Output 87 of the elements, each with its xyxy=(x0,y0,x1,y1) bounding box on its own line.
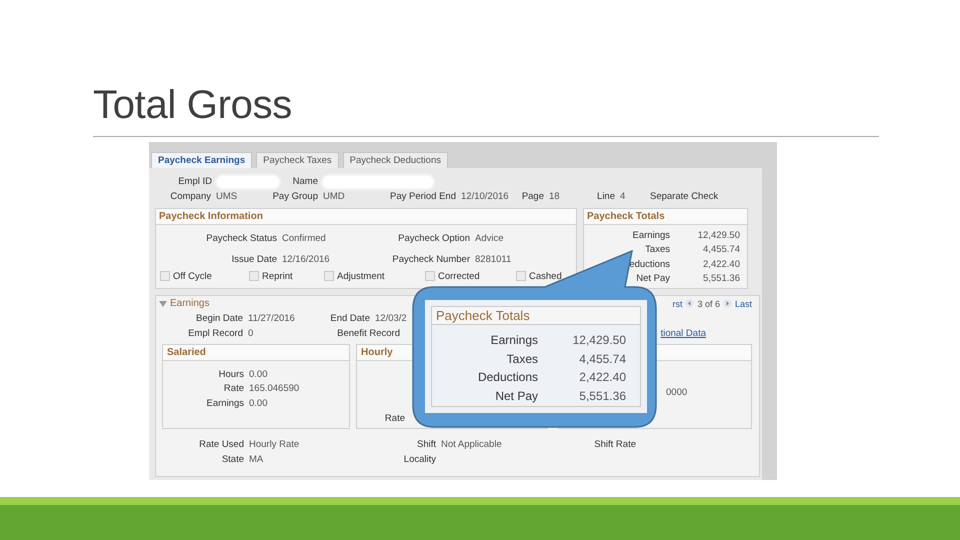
field-value: 4 xyxy=(620,191,626,202)
total-value: 4,455.74 xyxy=(702,244,740,256)
field-value: 0.00 xyxy=(249,398,268,409)
field-value: UMD xyxy=(323,191,346,202)
field-value: 0 xyxy=(248,328,254,339)
collapse-icon[interactable] xyxy=(159,300,167,306)
field-label: Paycheck Option xyxy=(397,232,470,244)
field-value: 0.00 xyxy=(249,368,268,380)
box-title: Hourly xyxy=(361,347,393,358)
total-value: 5,551.36 xyxy=(702,273,740,284)
total-label: Earnings xyxy=(632,230,670,241)
field-label: Rate Used xyxy=(198,439,244,450)
total-value: 12,429.50 xyxy=(696,230,740,241)
section-title: Earnings xyxy=(170,298,210,309)
field-label: Paycheck Status xyxy=(205,232,277,244)
checkbox-label: Cashed xyxy=(529,270,562,282)
checkbox-label: Reprint xyxy=(262,270,293,282)
field-label: Issue Date xyxy=(230,254,277,264)
field-label: Page xyxy=(521,191,544,202)
checkbox-label: Off Cycle xyxy=(173,270,212,282)
field-label: Empl ID xyxy=(177,176,212,187)
first-link[interactable]: rst xyxy=(672,298,682,308)
field-label: End Date xyxy=(329,313,370,324)
total-label: Taxes xyxy=(644,244,670,256)
field-value: Not Applicable xyxy=(441,439,503,450)
field-value: 12/10/2016 xyxy=(461,191,510,202)
field-value: MA xyxy=(249,454,264,465)
field-label: Shift xyxy=(416,439,436,450)
field-label: Locality xyxy=(402,454,436,465)
field-label: Rate xyxy=(222,383,244,394)
page-position: 3 of 6 xyxy=(697,298,720,308)
previous-icon[interactable] xyxy=(685,299,694,308)
checkbox[interactable] xyxy=(425,271,435,281)
field-label: Rate xyxy=(384,412,405,424)
panel-title: Paycheck Information xyxy=(156,209,576,225)
field-label: Begin Date xyxy=(194,313,243,324)
total-label: Deductions xyxy=(476,370,538,384)
field-label: Empl Record xyxy=(187,328,243,339)
field-label: Name xyxy=(292,176,318,187)
field-value: 12/16/2016 xyxy=(282,254,331,264)
field-label: Pay Period End xyxy=(388,191,456,202)
tab[interactable]: Paycheck Earnings xyxy=(151,152,252,168)
next-icon[interactable] xyxy=(722,299,732,308)
field-label: Hours xyxy=(218,368,244,380)
field-label: Paycheck Number xyxy=(391,254,470,264)
tab[interactable]: Paycheck Taxes xyxy=(256,152,339,168)
total-value: 12,429.50 xyxy=(572,333,626,348)
checkbox[interactable] xyxy=(160,271,170,281)
total-label: Net Pay xyxy=(494,388,538,403)
checkbox[interactable] xyxy=(324,271,334,281)
total-label: Taxes xyxy=(506,352,538,366)
total-value: 5,551.36 xyxy=(578,388,626,403)
tab[interactable]: Paycheck Deductions xyxy=(342,152,448,168)
total-label: Net Pay xyxy=(635,273,670,284)
last-link[interactable]: Last xyxy=(734,298,752,308)
box-title: Salaried xyxy=(167,347,206,358)
checkbox[interactable] xyxy=(249,271,259,281)
field-value: Advice xyxy=(475,232,505,244)
field-value: Confirmed xyxy=(282,232,327,244)
field-value: Hourly Rate xyxy=(249,439,300,450)
field-value: 12/03/2 xyxy=(375,313,408,324)
total-value: 4,455.74 xyxy=(578,352,626,366)
total-label: eductions xyxy=(628,258,670,270)
panel-title: Paycheck Totals xyxy=(432,307,640,325)
field-label: Separate Check xyxy=(650,191,718,202)
field-label: Shift Rate xyxy=(593,439,636,450)
field-value: UMS xyxy=(216,191,238,202)
data-link[interactable]: tional Data xyxy=(660,328,706,339)
field-value: 18 xyxy=(549,191,561,202)
checkbox[interactable] xyxy=(516,271,526,281)
field-value: 0000 xyxy=(666,386,688,398)
total-value: 2,422.40 xyxy=(702,258,740,270)
field-label: Pay Group xyxy=(272,191,318,202)
checkbox-label: Adjustment xyxy=(337,270,385,282)
field-value: 8281011 xyxy=(475,254,512,264)
total-value: 2,422.40 xyxy=(578,370,626,384)
field-label: Earnings xyxy=(206,398,244,409)
slide-title: Total Gross xyxy=(93,82,293,128)
field-value: 165.046590 xyxy=(249,383,300,394)
total-label: Earnings xyxy=(490,333,538,348)
field-label: Line xyxy=(596,191,615,202)
field-label: State xyxy=(220,454,244,465)
field-label: Company xyxy=(169,191,211,202)
panel-title: Paycheck Totals xyxy=(584,209,747,225)
checkbox-label: Corrected xyxy=(438,270,480,282)
field-value: 11/27/2016 xyxy=(248,313,296,324)
field-label: Benefit Record xyxy=(336,328,400,339)
